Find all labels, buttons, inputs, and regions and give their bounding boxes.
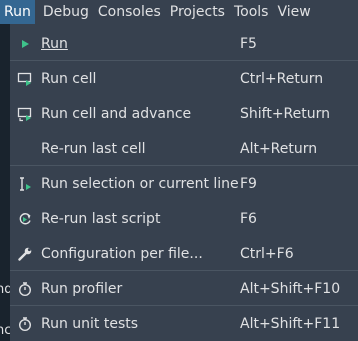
run-cell-advance-icon (16, 105, 34, 123)
menu-item-label: Configuration per file... (41, 245, 203, 262)
menu-debug[interactable]: Debug (40, 0, 92, 24)
menu-item-shortcut: F9 (240, 175, 257, 192)
menu-item-run-profiler[interactable]: Run profiler Alt+Shift+F10 (10, 271, 358, 306)
stopwatch-icon (16, 280, 34, 298)
menu-item-rerun-last-cell[interactable]: Re-run last cell Alt+Return (10, 131, 358, 166)
menu-item-label: Run profiler (41, 280, 123, 297)
menu-item-label: Run unit tests (41, 315, 139, 332)
menu-item-shortcut: F5 (240, 35, 257, 52)
menu-item-run-unit-tests[interactable]: Run unit tests Alt+Shift+F11 (10, 306, 358, 341)
menu-run[interactable]: Run (0, 0, 35, 24)
menu-item-shortcut: Ctrl+Return (240, 70, 324, 87)
rerun-icon (16, 210, 34, 228)
menu-item-shortcut: Alt+Shift+F11 (240, 315, 341, 332)
menubar: Run Debug Consoles Projects Tools View (0, 0, 358, 24)
menu-item-run-selection[interactable]: Run selection or current line F9 (10, 166, 358, 201)
wrench-icon (16, 245, 34, 263)
menu-tools[interactable]: Tools (231, 0, 272, 24)
menu-projects[interactable]: Projects (167, 0, 228, 24)
menu-view[interactable]: View (274, 0, 313, 24)
menu-item-configuration-per-file[interactable]: Configuration per file... Ctrl+F6 (10, 236, 358, 271)
menu-item-run[interactable]: Run F5 (10, 26, 358, 61)
run-cell-icon (16, 70, 34, 88)
menu-consoles[interactable]: Consoles (95, 0, 164, 24)
menu-item-shortcut: Ctrl+F6 (240, 245, 294, 262)
menu-item-shortcut: Shift+Return (240, 105, 331, 122)
menu-item-shortcut: F6 (240, 210, 257, 227)
run-menu-dropdown: Run F5 Run cell Ctrl+Return Run cell and… (10, 24, 358, 341)
menu-item-shortcut: Alt+Shift+F10 (240, 280, 341, 297)
menu-item-label: Re-run last cell (41, 140, 146, 157)
background-text-fragment: nc (0, 323, 10, 338)
run-selection-icon (16, 175, 34, 193)
menu-item-label: Run cell (41, 70, 97, 87)
menu-item-run-cell-and-advance[interactable]: Run cell and advance Shift+Return (10, 96, 358, 131)
menu-item-label: Run selection or current line (41, 175, 239, 192)
background-text-fragment: nd (0, 282, 10, 297)
menu-item-label: Run cell and advance (41, 105, 192, 122)
menu-item-rerun-last-script[interactable]: Re-run last script F6 (10, 201, 358, 236)
stopwatch-icon (16, 315, 34, 333)
menu-item-label: Re-run last script (41, 210, 161, 227)
menu-item-shortcut: Alt+Return (240, 140, 318, 157)
background-app-strip: nd nc (0, 24, 10, 341)
play-icon (16, 35, 34, 53)
menu-item-label: Run (41, 35, 68, 52)
menu-item-run-cell[interactable]: Run cell Ctrl+Return (10, 61, 358, 96)
